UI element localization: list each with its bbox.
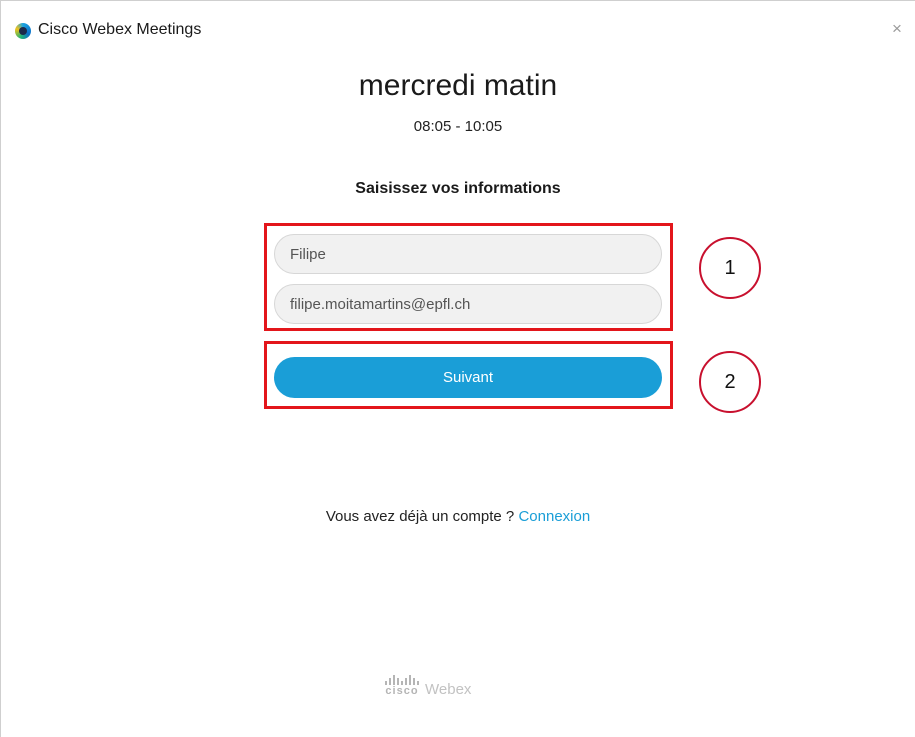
webex-window: Cisco Webex Meetings × mercredi matin 08… (0, 0, 915, 737)
webex-wordmark: Webex (425, 681, 472, 698)
account-prompt-text: Vous avez déjà un compte ? (325, 508, 515, 525)
window-title: Cisco Webex Meetings (38, 21, 202, 38)
login-link[interactable]: Connexion (518, 508, 590, 525)
cisco-wordmark: cisco (385, 684, 419, 697)
name-field[interactable] (274, 234, 662, 274)
close-icon[interactable]: × (887, 19, 907, 39)
meeting-title: mercredi matin (358, 69, 558, 102)
cisco-logo: cisco (385, 674, 419, 697)
cisco-bars-icon (385, 674, 419, 685)
meeting-time: 08:05 - 10:05 (413, 118, 503, 135)
email-field[interactable] (274, 284, 662, 324)
cisco-webex-branding: cisco Webex (385, 673, 471, 698)
title-bar: Cisco Webex Meetings × (1, 1, 915, 41)
callout-2: 2 (699, 351, 761, 413)
webex-logo-icon (15, 23, 31, 39)
account-prompt-line: Vous avez déjà un compte ? Connexion (1, 508, 915, 525)
callout-1: 1 (699, 237, 761, 299)
next-button[interactable]: Suivant (274, 357, 662, 398)
form-heading: Saisissez vos informations (355, 180, 561, 197)
